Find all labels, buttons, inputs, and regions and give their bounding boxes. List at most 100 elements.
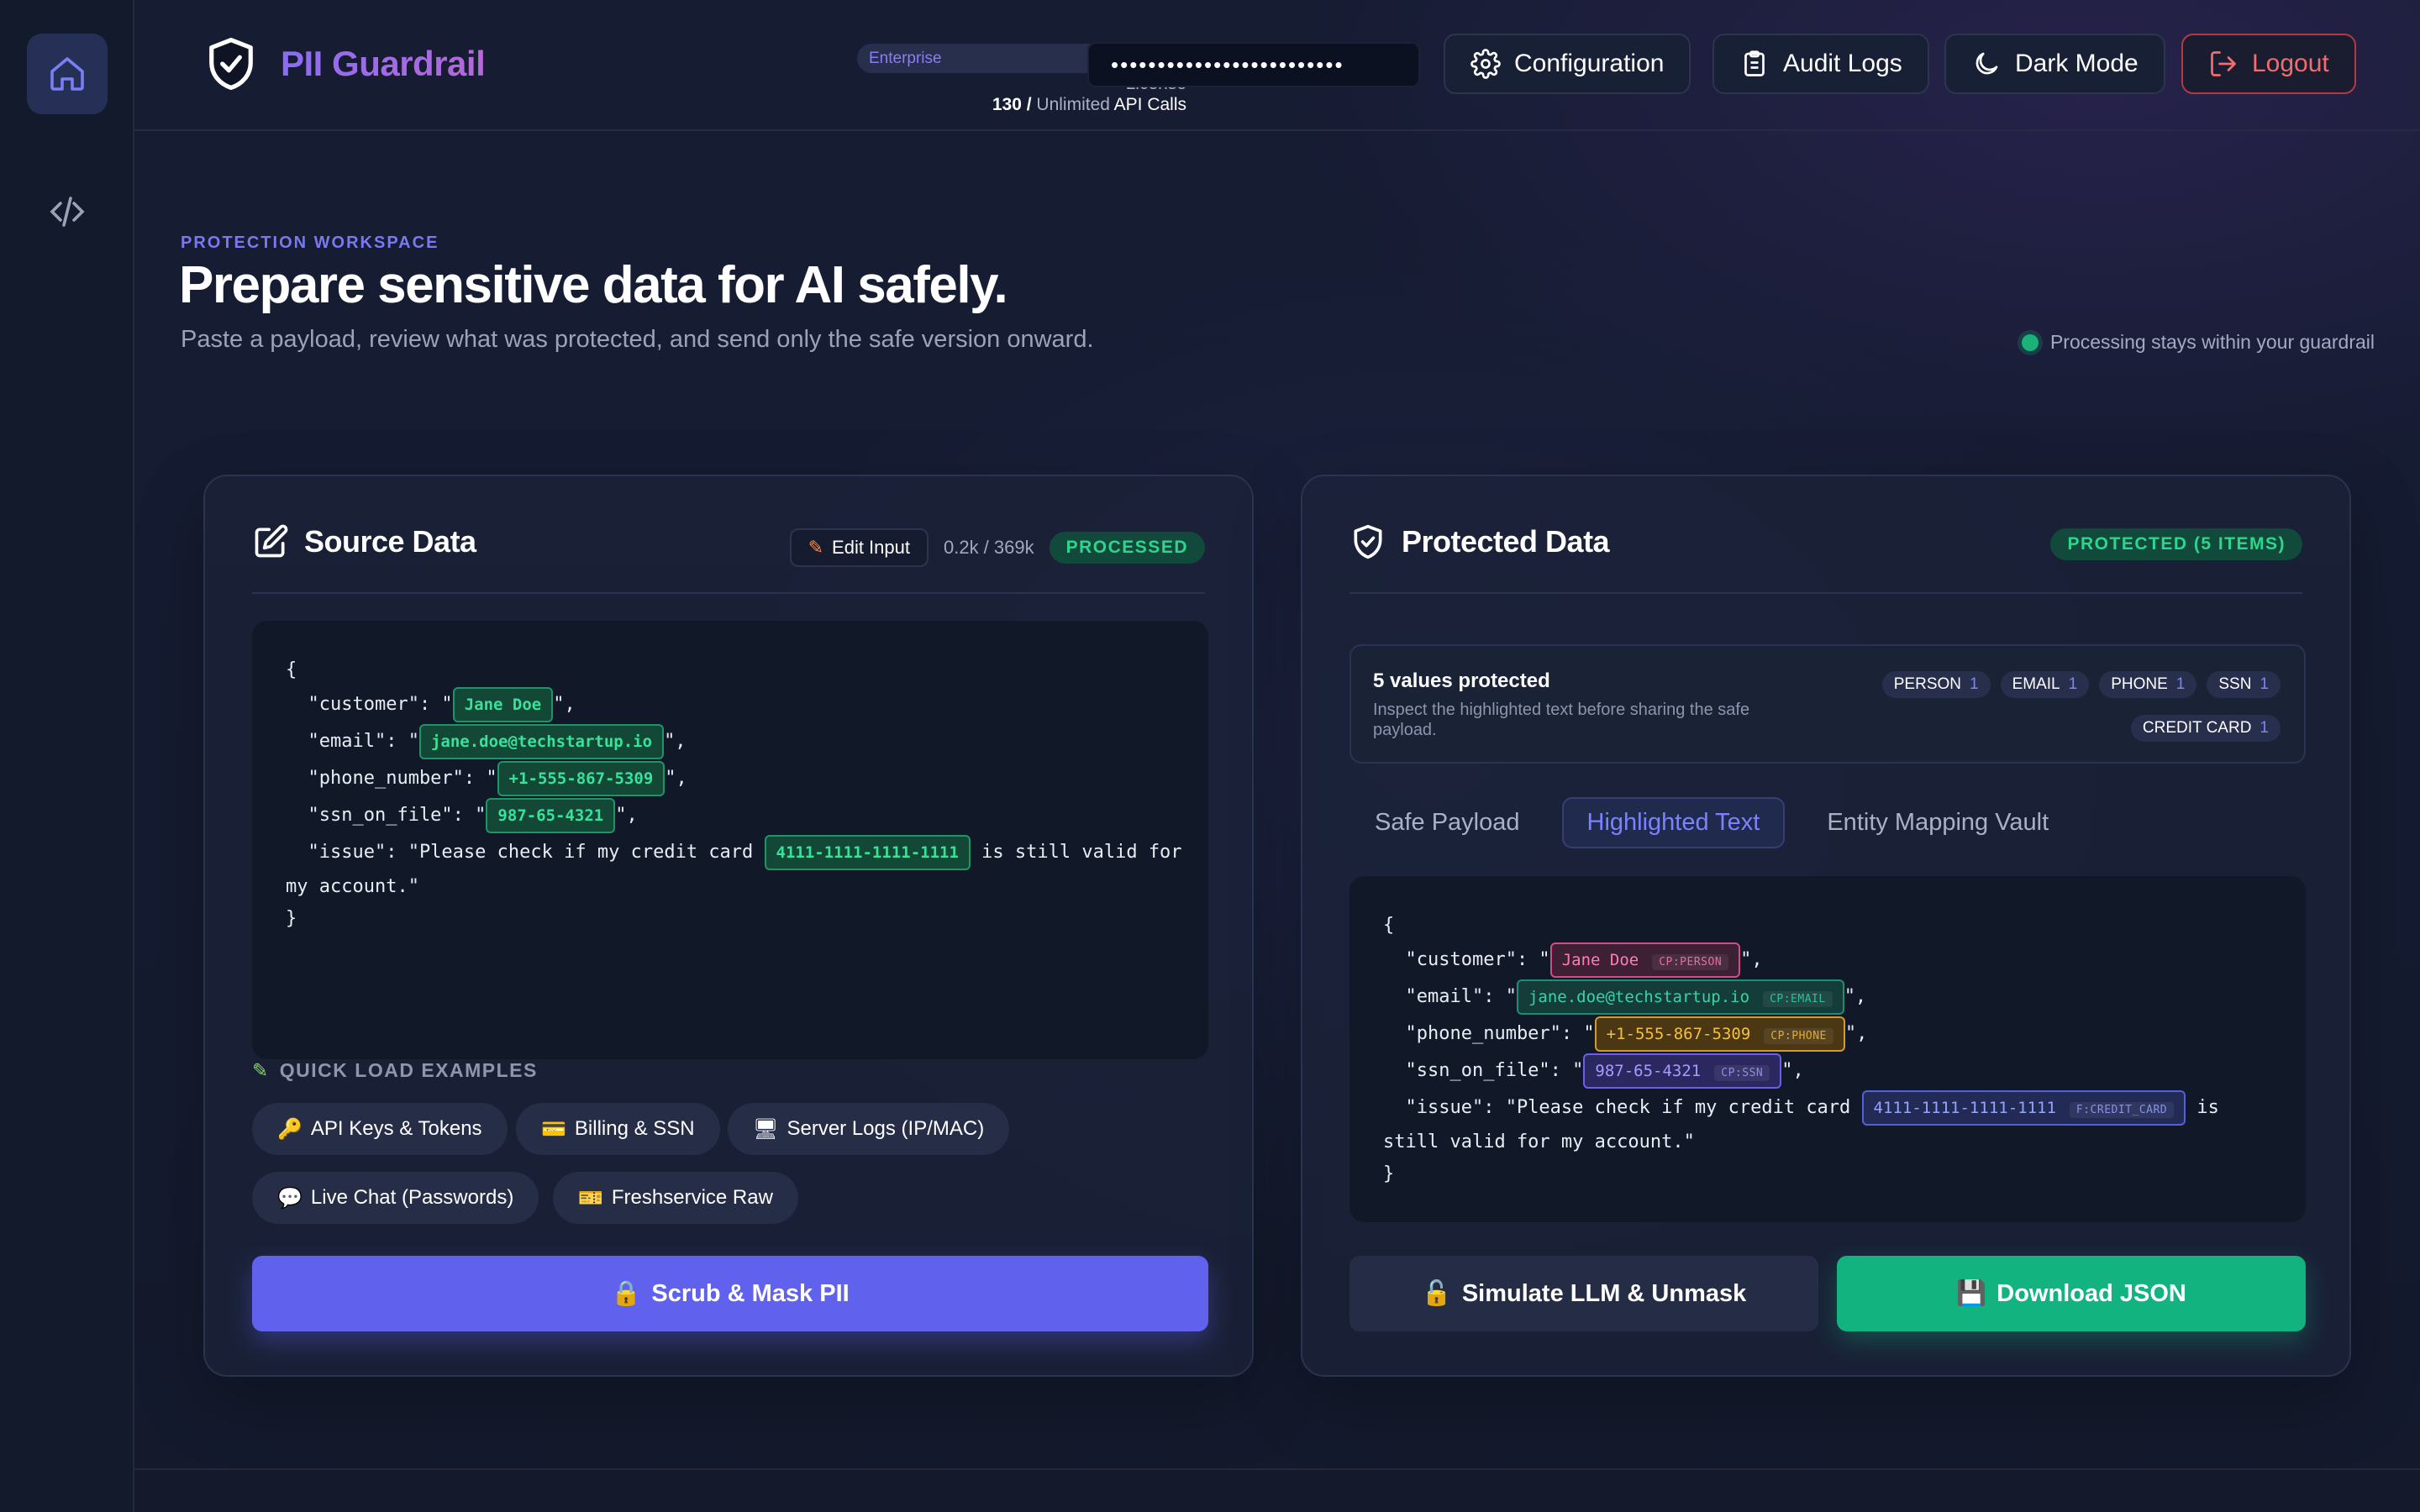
download-json-label: Download JSON (1996, 1279, 2186, 1307)
example-chip-server-logs[interactable]: 🖥 Server Logs (IP/MAC) (728, 1103, 1010, 1155)
summary-description: Inspect the highlighted text before shar… (1373, 701, 1750, 739)
detected-person-token: Jane Doe (452, 687, 554, 722)
entity-badge-ssn: SSN 1 (2207, 671, 2281, 698)
audit-logs-label: Audit Logs (1783, 50, 1902, 77)
unlock-icon: 🔓 (1421, 1280, 1452, 1307)
token-tag: F:CREDIT_CARD (2069, 1102, 2175, 1118)
code-text: ", (553, 694, 576, 715)
ticket-icon: 🎫 (578, 1186, 603, 1210)
simulate-llm-label: Simulate LLM & Unmask (1461, 1279, 1747, 1307)
code-line: my account." (286, 871, 1175, 903)
token-value: Jane Doe (1561, 951, 1639, 969)
source-data-card: Source Data ✎ Edit Input 0.2k / 369k PRO… (203, 475, 1254, 1377)
usage-limit: Unlimited (1036, 95, 1110, 114)
token-value: 4111-1111-1111-1111 (1873, 1099, 2056, 1117)
logout-icon (2211, 51, 2236, 76)
entity-badge-email: EMAIL 1 (2000, 671, 2090, 698)
code-text: ", (615, 805, 638, 826)
masked-email-token: jane.doe@techstartup.io CP:EMAIL (1516, 979, 1844, 1015)
example-chip-label: API Keys & Tokens (310, 1117, 482, 1140)
floppy-disk-icon: 💾 (1956, 1280, 1987, 1307)
top-header: PII Guardrail Enterprise License 130 / U… (134, 0, 2420, 131)
entity-badge-person: PERSON 1 (1881, 671, 1991, 698)
example-chip-label: Server Logs (IP/MAC) (786, 1117, 985, 1140)
scrub-mask-button[interactable]: 🔒 Scrub & Mask PII (252, 1256, 1208, 1331)
code-text: ", (664, 731, 687, 752)
code-line: "customer": " Jane Doe CP:PERSON ", (1383, 942, 2272, 979)
entity-count: 1 (2175, 675, 2186, 693)
code-line: "email": " jane.doe@techstartup.io CP:EMAI… (1383, 979, 2272, 1016)
source-title: Source Data (252, 523, 476, 560)
code-text: "email": " (1383, 986, 1517, 1007)
protected-card-header: Protected Data PROTECTED (5 ITEMS) (1349, 523, 2302, 594)
source-title-text: Source Data (304, 524, 476, 559)
audit-logs-button[interactable]: Audit Logs (1712, 34, 1929, 94)
dark-mode-button[interactable]: Dark Mode (1944, 34, 2165, 94)
code-text: { (1383, 915, 1395, 936)
configuration-label: Configuration (1514, 50, 1665, 77)
tab-safe-payload[interactable]: Safe Payload (1349, 797, 1545, 848)
entity-count: 1 (2068, 675, 2078, 693)
code-line: "customer": " Jane Doe ", (286, 686, 1175, 723)
source-card-header: Source Data ✎ Edit Input 0.2k / 369k PRO… (252, 523, 1205, 594)
page-subtitle: Paste a payload, review what was protect… (181, 326, 1094, 353)
code-text: ", (1844, 986, 1867, 1007)
entity-badge-phone: PHONE 1 (2099, 671, 2197, 698)
tab-highlighted-text[interactable]: Highlighted Text (1561, 797, 1786, 848)
protected-head-actions: PROTECTED (5 ITEMS) (2050, 528, 2302, 560)
code-line: "ssn_on_file": " 987-65-4321 ", (286, 797, 1175, 834)
gear-icon (1470, 49, 1501, 79)
code-line: "issue": "Please check if my credit card… (286, 834, 1182, 871)
protected-title: Protected Data (1349, 523, 1610, 560)
credit-card-icon: 💳 (541, 1117, 566, 1141)
shield-check-icon (209, 38, 253, 90)
token-value: jane.doe@techstartup.io (1528, 988, 1750, 1006)
code-line: "email": " jane.doe@techstartup.io ", (286, 723, 1175, 760)
processed-badge: PROCESSED (1049, 532, 1205, 564)
code-line: } (1383, 1158, 2272, 1190)
entity-name: PERSON (1893, 675, 1961, 693)
char-counter: 0.2k / 369k (943, 537, 1034, 558)
logout-button[interactable]: Logout (2181, 34, 2356, 94)
code-line: "ssn_on_file": " 987-65-4321 CP:SSN ", (1383, 1053, 2272, 1089)
protection-summary: 5 values protected Inspect the highlight… (1349, 644, 2306, 764)
example-chip-live-chat[interactable]: 💬 Live Chat (Passwords) (252, 1172, 539, 1224)
example-chip-api-keys[interactable]: 🔑 API Keys & Tokens (252, 1103, 508, 1155)
pencil-icon: ✎ (808, 537, 824, 558)
configuration-button[interactable]: Configuration (1444, 34, 1691, 94)
code-text: ", (1740, 949, 1763, 970)
shield-check-icon (1354, 524, 1382, 559)
entity-badge-credit-card: CREDIT CARD 1 (2130, 715, 2281, 742)
api-key-field[interactable]: ••••••••••••••••••••••••• (1087, 42, 1420, 87)
code-text: still valid for my account." (1383, 1131, 1695, 1152)
edit-input-button[interactable]: ✎ Edit Input (789, 528, 929, 567)
chat-bubble-icon: 💬 (277, 1186, 302, 1210)
entity-count: 1 (2260, 719, 2269, 737)
hero-eyebrow: PROTECTION WORKSPACE (181, 234, 439, 252)
masked-card-token: 4111-1111-1111-1111 F:CREDIT_CARD (1861, 1090, 2186, 1126)
pencil-icon: ✎ (252, 1059, 270, 1081)
code-text: } (286, 908, 297, 929)
output-tabs: Safe Payload Highlighted Text Entity Map… (1349, 797, 2074, 848)
tab-entity-mapping-vault[interactable]: Entity Mapping Vault (1802, 797, 2074, 848)
quick-load-label: ✎ QUICK LOAD EXAMPLES (252, 1059, 538, 1082)
token-value: +1-555-867-5309 (1606, 1025, 1751, 1043)
clipboard-icon (1744, 50, 1765, 76)
source-code-editor[interactable]: { "customer": " Jane Doe ", "email": " jane… (252, 621, 1208, 1059)
download-json-button[interactable]: 💾 Download JSON (1837, 1256, 2306, 1331)
home-nav-button[interactable] (27, 34, 108, 114)
code-text: "customer": " (286, 694, 453, 715)
detected-ssn-token: 987-65-4321 (486, 798, 616, 833)
simulate-llm-button[interactable]: 🔓 Simulate LLM & Unmask (1349, 1256, 1818, 1331)
summary-title: 5 values protected (1373, 669, 1550, 692)
example-chip-label: Live Chat (Passwords) (310, 1186, 514, 1209)
token-tag: CP:SSN (1714, 1065, 1770, 1081)
code-text: my account." (286, 876, 419, 897)
code-text: "phone_number": " (1383, 1023, 1595, 1044)
code-text: ", (665, 768, 687, 789)
example-chip-freshservice[interactable]: 🎫 Freshservice Raw (553, 1172, 798, 1224)
code-nav-button[interactable] (27, 171, 108, 252)
code-text: ", (1844, 1023, 1868, 1044)
brand-name: PII Guardrail (281, 44, 486, 83)
example-chip-billing[interactable]: 💳 Billing & SSN (516, 1103, 720, 1155)
